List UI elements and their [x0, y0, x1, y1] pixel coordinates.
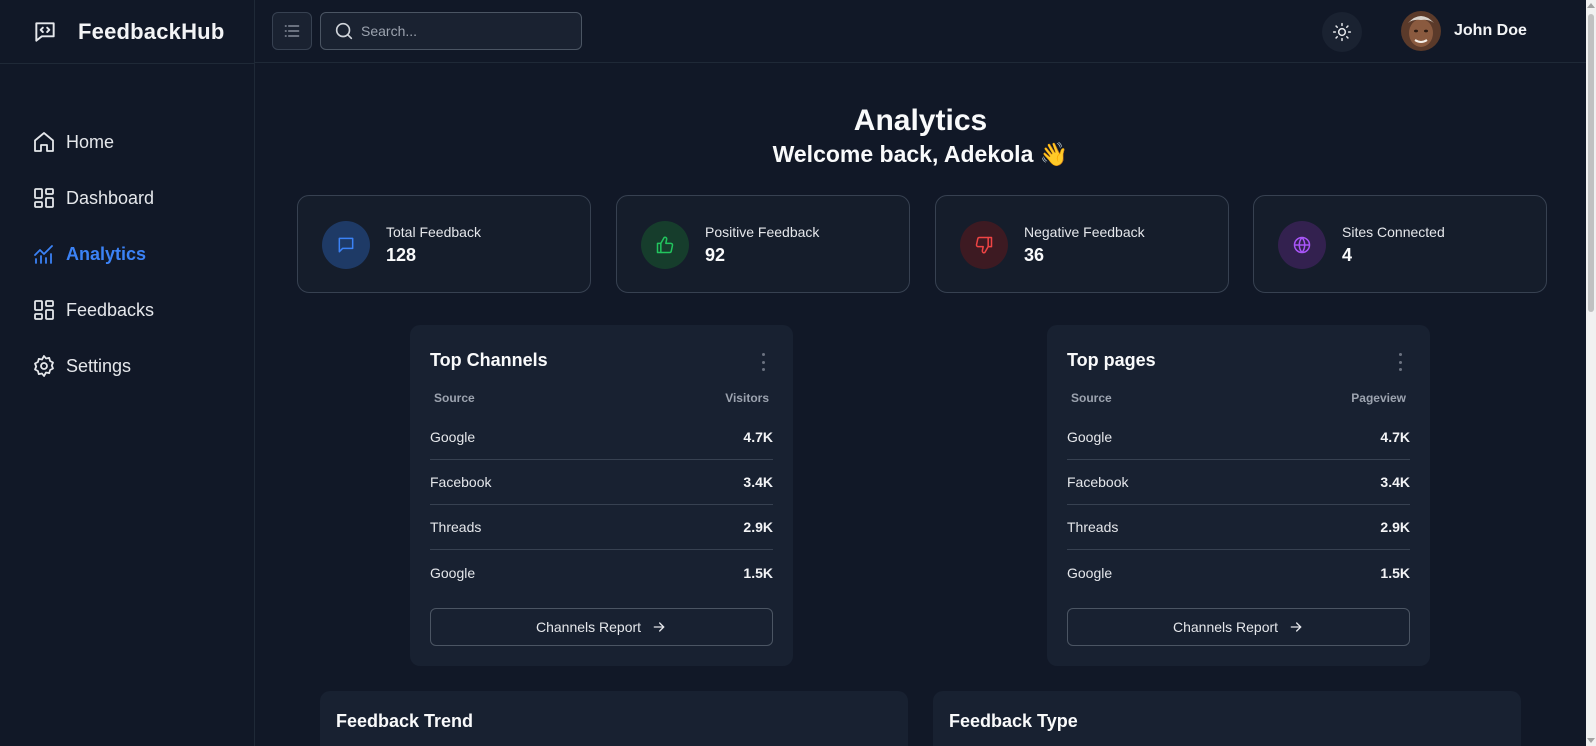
scroll-up-arrow[interactable]: [1587, 3, 1595, 8]
chat-code-icon: [32, 19, 58, 45]
scroll-down-arrow[interactable]: [1587, 738, 1595, 743]
sidebar-item-label: Dashboard: [66, 187, 155, 208]
sidebar-nav: Home Dashboard Analytics Feedbacks Setti…: [0, 128, 254, 380]
row-value: 2.9K: [1380, 519, 1410, 535]
stat-label: Sites Connected: [1342, 224, 1445, 240]
stat-label: Total Feedback: [386, 224, 481, 240]
row-source: Facebook: [1067, 474, 1129, 490]
sidebar: FeedbackHub Home Dashboard Analytics Fee…: [0, 0, 255, 746]
sidebar-item-label: Analytics: [66, 243, 147, 264]
row-value: 3.4K: [743, 474, 773, 490]
row-value: 4.7K: [743, 429, 773, 445]
row-value: 1.5K: [1380, 564, 1410, 581]
search-input[interactable]: [361, 23, 561, 39]
stat-value: 128: [386, 245, 417, 265]
row-source: Facebook: [430, 474, 492, 490]
theme-toggle-button[interactable]: [1322, 12, 1362, 52]
channels-table: Google 4.7K Facebook 3.4K Threads 2.9K G…: [430, 415, 773, 595]
pages-table: Google 4.7K Facebook 3.4K Threads 2.9K G…: [1067, 415, 1410, 595]
user-name[interactable]: John Doe: [1454, 22, 1527, 40]
page-scrollbar[interactable]: [1586, 0, 1596, 746]
more-options-icon[interactable]: [755, 351, 771, 373]
stat-label: Positive Feedback: [705, 224, 820, 240]
arrow-right-icon: [651, 619, 667, 635]
arrow-right-icon: [1288, 619, 1304, 635]
column-header-source: Source: [434, 391, 475, 405]
card-title: Feedback Type: [949, 711, 1078, 731]
table-row: Google 1.5K: [430, 550, 773, 595]
home-icon: [32, 130, 56, 154]
feedback-type-card: Feedback Type: [933, 691, 1521, 746]
sidebar-item-analytics[interactable]: Analytics: [0, 240, 254, 268]
stat-card-sites-connected: Sites Connected 4: [1253, 195, 1547, 293]
row-source: Google: [1067, 564, 1113, 581]
card-title: Top pages: [1067, 350, 1156, 370]
app-name: FeedbackHub: [78, 18, 225, 44]
scrollbar-thumb[interactable]: [1588, 14, 1594, 312]
top-bar: John Doe: [255, 0, 1586, 63]
stat-value: 92: [705, 245, 726, 265]
message-icon: [322, 221, 370, 269]
feedbacks-icon: [32, 298, 56, 322]
table-row: Threads 2.9K: [1067, 505, 1410, 550]
brand[interactable]: FeedbackHub: [0, 0, 254, 64]
welcome-message: Welcome back, Adekola 👋: [772, 141, 1069, 167]
stat-value: 4: [1342, 245, 1353, 265]
analytics-icon: [32, 242, 56, 266]
sidebar-item-label: Feedbacks: [66, 299, 155, 320]
channels-report-button[interactable]: Channels Report: [1067, 608, 1410, 646]
sidebar-item-dashboard[interactable]: Dashboard: [0, 184, 254, 212]
search-icon: [333, 20, 355, 42]
table-row: Threads 2.9K: [430, 505, 773, 550]
row-value: 3.4K: [1380, 474, 1410, 490]
page-title: Analytics: [853, 104, 988, 137]
column-header-pageview: Pageview: [1351, 391, 1406, 405]
row-source: Google: [430, 429, 476, 445]
sidebar-item-label: Settings: [66, 355, 132, 376]
dashboard-icon: [32, 186, 56, 210]
table-row: Google 1.5K: [1067, 550, 1410, 595]
table-row: Google 4.7K: [1067, 415, 1410, 460]
sidebar-item-label: Home: [66, 131, 115, 152]
card-title: Top Channels: [430, 350, 548, 370]
stat-value: 36: [1024, 245, 1045, 265]
search-box: [320, 12, 582, 50]
menu-toggle-button[interactable]: [272, 12, 312, 50]
row-value: 1.5K: [743, 564, 773, 581]
table-row: Google 4.7K: [430, 415, 773, 460]
row-source: Threads: [430, 519, 482, 535]
table-row: Facebook 3.4K: [430, 460, 773, 505]
thumbs-up-icon: [641, 221, 689, 269]
top-channels-card: Top Channels Source Visitors Google 4.7K…: [410, 325, 793, 666]
column-header-source: Source: [1071, 391, 1112, 405]
column-header-visitors: Visitors: [725, 391, 769, 405]
sun-icon: [1332, 22, 1352, 42]
card-title: Feedback Trend: [336, 711, 474, 731]
stat-card-total-feedback: Total Feedback 128: [297, 195, 591, 293]
stat-card-positive-feedback: Positive Feedback 92: [616, 195, 910, 293]
feedback-trend-card: Feedback Trend: [320, 691, 908, 746]
globe-icon: [1278, 221, 1326, 269]
sidebar-item-home[interactable]: Home: [0, 128, 254, 156]
settings-icon: [32, 354, 56, 378]
row-source: Google: [1067, 429, 1113, 445]
more-options-icon[interactable]: [1392, 351, 1408, 373]
button-label: Channels Report: [1172, 619, 1279, 635]
top-pages-card: Top pages Source Pageview Google 4.7K Fa…: [1047, 325, 1430, 666]
stat-label: Negative Feedback: [1024, 224, 1145, 240]
sidebar-item-settings[interactable]: Settings: [0, 352, 254, 380]
row-source: Threads: [1067, 519, 1119, 535]
row-value: 2.9K: [743, 519, 773, 535]
button-label: Channels Report: [535, 619, 642, 635]
table-row: Facebook 3.4K: [1067, 460, 1410, 505]
channels-report-button[interactable]: Channels Report: [430, 608, 773, 646]
stat-card-negative-feedback: Negative Feedback 36: [935, 195, 1229, 293]
avatar[interactable]: [1401, 11, 1441, 51]
sidebar-item-feedbacks[interactable]: Feedbacks: [0, 296, 254, 324]
thumbs-down-icon: [960, 221, 1008, 269]
row-source: Google: [430, 564, 476, 581]
list-icon: [282, 21, 302, 41]
row-value: 4.7K: [1380, 429, 1410, 445]
